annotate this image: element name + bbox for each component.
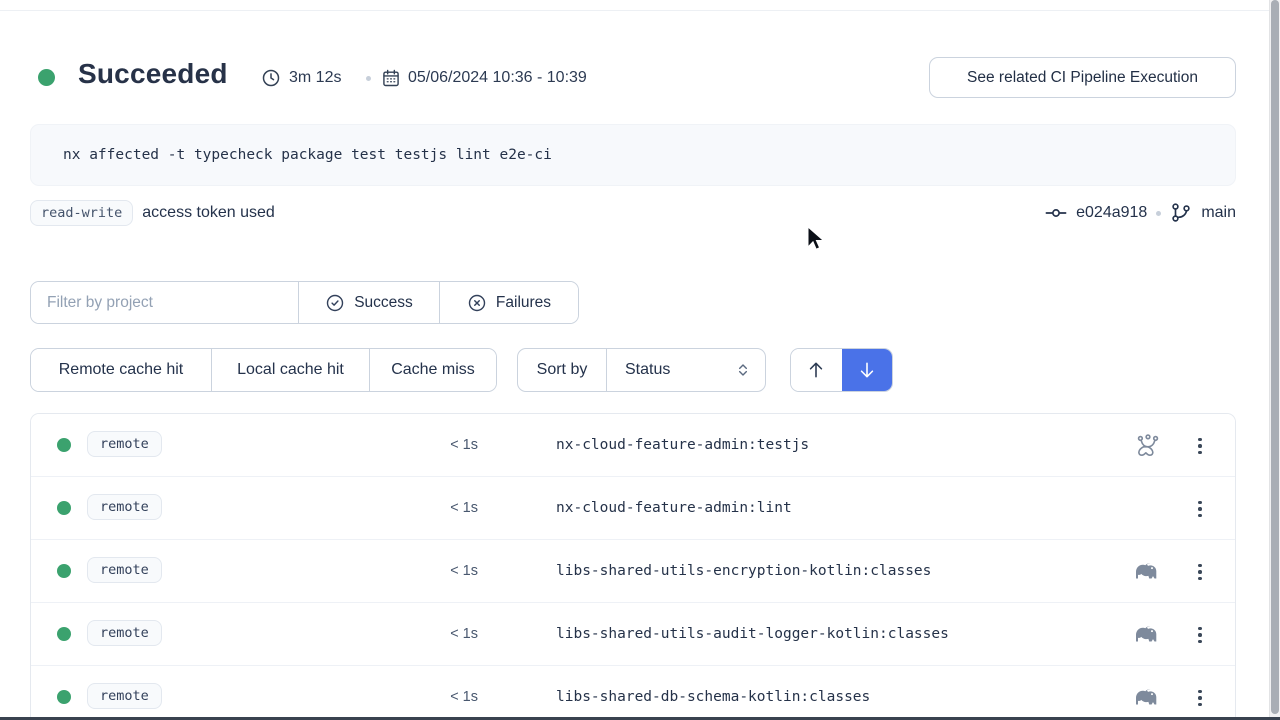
filter-success-button[interactable]: Success xyxy=(298,282,439,323)
kebab-menu-icon[interactable] xyxy=(1191,686,1209,710)
command-box: nx affected -t typecheck package test te… xyxy=(30,124,1236,186)
vcs-separator-dot xyxy=(1156,211,1161,216)
task-cache-badge: remote xyxy=(87,683,162,709)
scrollbar-track xyxy=(1269,0,1280,720)
task-duration: < 1s xyxy=(431,689,478,705)
clock-icon xyxy=(261,68,281,88)
meta-separator-dot xyxy=(366,76,371,81)
run-detail-page: Succeeded 3m 12s 05/06/2024 10:36 - 10:3… xyxy=(0,0,1280,720)
task-duration: < 1s xyxy=(431,626,478,642)
see-related-pipeline-button[interactable]: See related CI Pipeline Execution xyxy=(929,57,1236,98)
task-name: libs-shared-utils-audit-logger-kotlin:cl… xyxy=(556,626,949,642)
commit-icon xyxy=(1045,202,1067,224)
sort-direction-toggle xyxy=(790,348,893,392)
task-status-dot xyxy=(57,501,71,515)
filter-failures-button[interactable]: Failures xyxy=(439,282,578,323)
task-name: nx-cloud-feature-admin:lint xyxy=(556,500,792,516)
task-row[interactable]: remote < 1s nx-cloud-feature-admin:lint xyxy=(31,477,1235,540)
task-duration: < 1s xyxy=(431,500,478,516)
command-text: nx affected -t typecheck package test te… xyxy=(63,147,552,163)
chevron-updown-icon xyxy=(735,362,751,378)
task-name: libs-shared-utils-encryption-kotlin:clas… xyxy=(556,563,931,579)
task-status-dot xyxy=(57,438,71,452)
sort-control: Sort by Status xyxy=(517,348,766,392)
run-duration: 3m 12s xyxy=(289,69,341,87)
task-name: nx-cloud-feature-admin:testjs xyxy=(556,437,809,453)
sort-field-value: Status xyxy=(625,361,727,379)
task-cache-badge: remote xyxy=(87,557,162,583)
gradle-icon xyxy=(1135,685,1161,711)
task-duration: < 1s xyxy=(431,437,478,453)
task-cache-badge: remote xyxy=(87,431,162,457)
task-name: libs-shared-db-schema-kotlin:classes xyxy=(556,689,870,705)
git-branch-icon xyxy=(1170,202,1192,224)
task-row[interactable]: remote < 1s libs-shared-db-schema-kotlin… xyxy=(31,666,1235,720)
check-circle-icon xyxy=(325,293,345,313)
task-duration: < 1s xyxy=(431,563,478,579)
run-date-range: 05/06/2024 10:36 - 10:39 xyxy=(408,69,587,87)
access-token-row: read-write access token used xyxy=(30,200,275,226)
sort-by-label: Sort by xyxy=(518,349,606,391)
top-divider xyxy=(0,10,1280,11)
cache-filter-group: Remote cache hit Local cache hit Cache m… xyxy=(30,348,497,392)
arrow-down-icon xyxy=(857,360,877,380)
scrollbar-thumb[interactable] xyxy=(1271,0,1279,714)
branch-name: main xyxy=(1201,204,1236,222)
task-list: remote < 1s nx-cloud-feature-admin:testj… xyxy=(30,413,1236,720)
task-row[interactable]: remote < 1s libs-shared-utils-encryption… xyxy=(31,540,1235,603)
access-token-text: access token used xyxy=(142,204,275,222)
remote-cache-hit-button[interactable]: Remote cache hit xyxy=(31,349,211,391)
arrow-up-icon xyxy=(806,360,826,380)
sort-ascending-button[interactable] xyxy=(791,349,842,391)
task-row[interactable]: remote < 1s nx-cloud-feature-admin:testj… xyxy=(31,414,1235,477)
page-title: Succeeded xyxy=(78,58,228,90)
access-token-badge: read-write xyxy=(30,200,133,226)
kebab-menu-icon[interactable] xyxy=(1191,560,1209,584)
sort-descending-button[interactable] xyxy=(842,349,893,391)
project-filter-input[interactable] xyxy=(31,282,298,323)
gradle-icon xyxy=(1135,622,1161,648)
jest-icon xyxy=(1135,433,1161,459)
task-status-dot xyxy=(57,564,71,578)
vcs-info: e024a918 main xyxy=(1045,202,1236,224)
kebab-menu-icon[interactable] xyxy=(1191,497,1209,521)
mouse-cursor xyxy=(806,226,826,256)
gradle-icon xyxy=(1135,559,1161,585)
local-cache-hit-button[interactable]: Local cache hit xyxy=(211,349,369,391)
cache-miss-button[interactable]: Cache miss xyxy=(369,349,496,391)
kebab-menu-icon[interactable] xyxy=(1191,434,1209,458)
task-cache-badge: remote xyxy=(87,620,162,646)
x-circle-icon xyxy=(467,293,487,313)
commit-sha: e024a918 xyxy=(1076,204,1147,222)
task-cache-badge: remote xyxy=(87,494,162,520)
calendar-icon xyxy=(381,68,401,88)
task-status-dot xyxy=(57,627,71,641)
sort-field-select[interactable]: Status xyxy=(606,349,765,391)
task-status-dot xyxy=(57,690,71,704)
status-dot xyxy=(38,69,55,86)
filter-group: Success Failures xyxy=(30,281,579,324)
filter-success-label: Success xyxy=(354,294,413,312)
kebab-menu-icon[interactable] xyxy=(1191,623,1209,647)
filter-failures-label: Failures xyxy=(496,294,551,312)
task-row[interactable]: remote < 1s libs-shared-utils-audit-logg… xyxy=(31,603,1235,666)
